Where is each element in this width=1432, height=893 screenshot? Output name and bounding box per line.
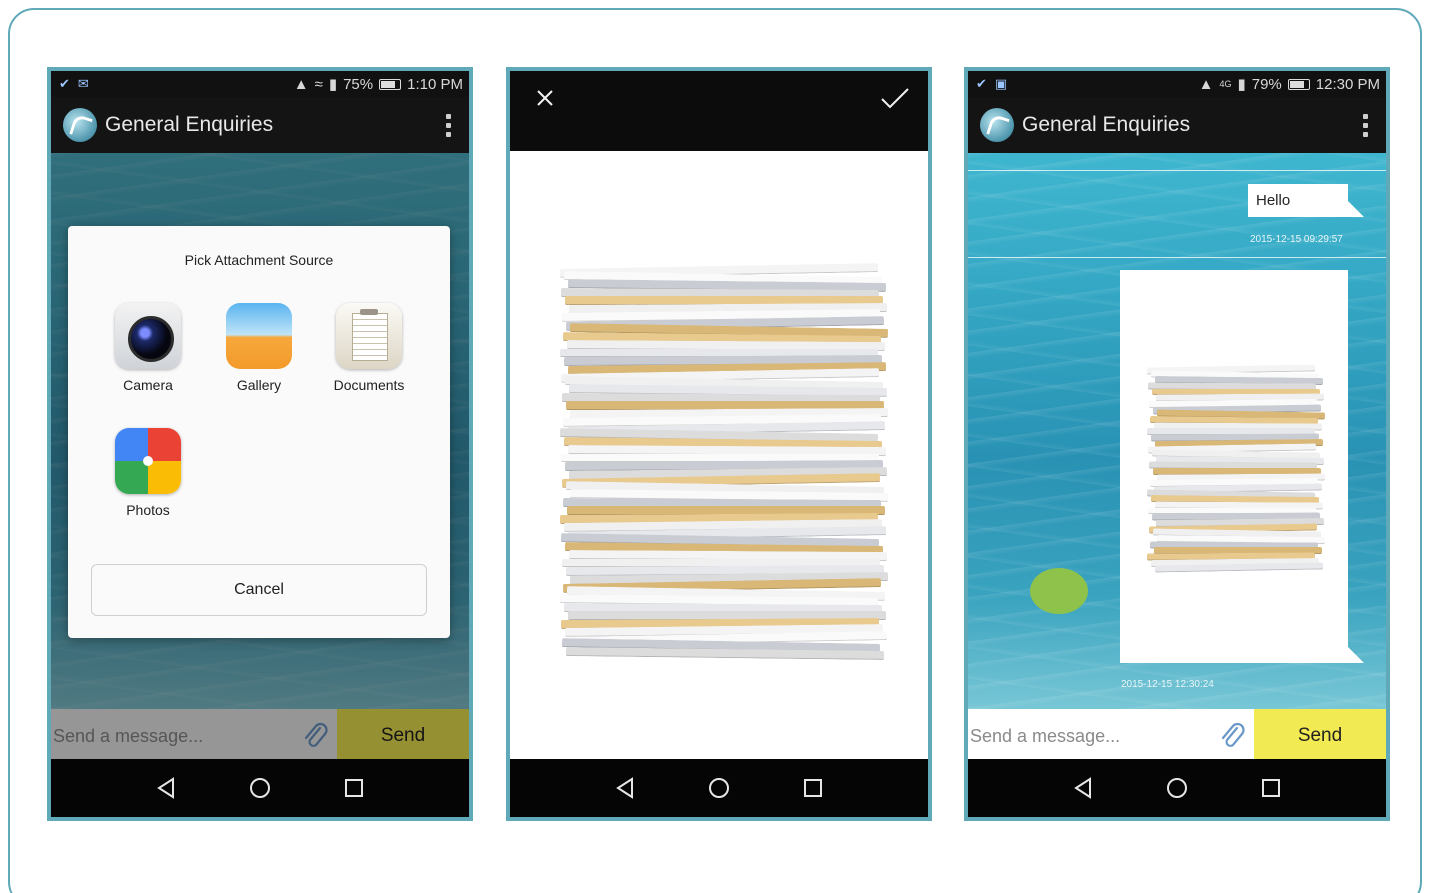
app-title: General Enquiries [1022, 113, 1191, 136]
message-input[interactable] [968, 709, 1210, 763]
network-type: 4G [1219, 79, 1232, 89]
check-icon[interactable] [878, 83, 912, 113]
home-icon[interactable] [703, 772, 735, 804]
clock: 12:30 PM [1315, 75, 1380, 93]
message-timestamp: 2015-12-15 12:30:24 [1121, 679, 1214, 690]
send-button[interactable]: Send [337, 709, 469, 763]
gallery-icon [226, 303, 292, 369]
signal-icon: ▮ [1237, 76, 1246, 93]
clock: 1:10 PM [407, 75, 463, 93]
paperclip-icon[interactable] [1210, 709, 1254, 763]
battery-percent: 75% [343, 75, 374, 93]
battery-icon [1287, 78, 1310, 90]
overflow-menu-icon[interactable] [440, 113, 457, 137]
attachment-source-dialog: Pick Attachment Source Camera Gallery Do… [68, 226, 450, 638]
message-timestamp: 2015-12-15 09:29:57 [1250, 234, 1343, 245]
source-camera[interactable]: Camera [98, 303, 198, 393]
message-input[interactable] [51, 709, 293, 763]
image-message-bubble[interactable] [1120, 270, 1364, 663]
paper-stack-image [559, 263, 889, 659]
green-blob [1030, 568, 1088, 614]
paper-stack-thumbnail [1146, 364, 1326, 573]
phone-attachment-picker: ✔ ✉ ▲ ≈ ▮ 75% 1:10 PM General Enquiries … [47, 67, 473, 821]
preview-toolbar [510, 71, 928, 151]
close-icon[interactable] [530, 83, 560, 113]
overflow-menu-icon[interactable] [1357, 113, 1374, 137]
paper-sheet [1154, 562, 1324, 573]
message-input-bar: Send [968, 709, 1386, 763]
back-icon[interactable] [609, 772, 641, 804]
source-label: Camera [123, 377, 173, 393]
home-icon[interactable] [244, 772, 276, 804]
source-label: Gallery [236, 377, 282, 393]
source-documents[interactable]: Documents [319, 303, 419, 393]
dialog-title: Pick Attachment Source [184, 252, 334, 268]
image-preview [510, 151, 928, 765]
phone-chat-conversation: ✔ ▣ ▲ 4G ▮ 79% 12:30 PM General Enquirie… [964, 67, 1390, 821]
app-logo-icon [980, 108, 1014, 142]
documents-icon [336, 303, 402, 369]
nav-bar [51, 759, 469, 817]
camera-icon [115, 303, 181, 369]
notification-icon: ✔ [59, 76, 70, 91]
source-photos[interactable]: Photos [98, 428, 198, 518]
recents-icon[interactable] [1255, 772, 1287, 804]
image-icon: ▣ [994, 76, 1008, 91]
recents-icon[interactable] [338, 772, 370, 804]
message-divider [968, 257, 1386, 258]
app-bar: General Enquiries [968, 97, 1386, 153]
battery-percent: 79% [1251, 75, 1282, 93]
nav-bar [968, 759, 1386, 817]
nav-bar [510, 759, 928, 817]
phone-image-preview [506, 67, 932, 821]
back-icon[interactable] [150, 772, 182, 804]
message-divider [968, 170, 1386, 171]
paperclip-icon[interactable] [293, 709, 337, 763]
message-bubble: Hello [1248, 184, 1364, 217]
source-gallery[interactable]: Gallery [209, 303, 309, 393]
app-logo-icon [63, 108, 97, 142]
back-icon[interactable] [1067, 772, 1099, 804]
recents-icon[interactable] [797, 772, 829, 804]
cancel-button[interactable]: Cancel [91, 564, 427, 616]
vibrate-icon: ▲ [293, 75, 309, 93]
wifi-icon: ≈ [314, 75, 323, 93]
message-input-bar: Send [51, 709, 469, 763]
vibrate-icon: ▲ [1198, 75, 1214, 93]
source-label: Documents [333, 377, 405, 393]
status-bar: ✔ ▣ ▲ 4G ▮ 79% 12:30 PM [968, 71, 1386, 97]
photos-icon [115, 428, 181, 494]
battery-icon [379, 78, 402, 90]
home-icon[interactable] [1161, 772, 1193, 804]
app-bar: General Enquiries [51, 97, 469, 153]
status-bar: ✔ ✉ ▲ ≈ ▮ 75% 1:10 PM [51, 71, 469, 97]
send-button[interactable]: Send [1254, 709, 1386, 763]
notification-icon: ✔ [976, 76, 987, 91]
mail-icon: ✉ [77, 76, 89, 91]
app-title: General Enquiries [105, 113, 274, 136]
source-label: Photos [126, 502, 170, 518]
signal-icon: ▮ [328, 76, 338, 93]
